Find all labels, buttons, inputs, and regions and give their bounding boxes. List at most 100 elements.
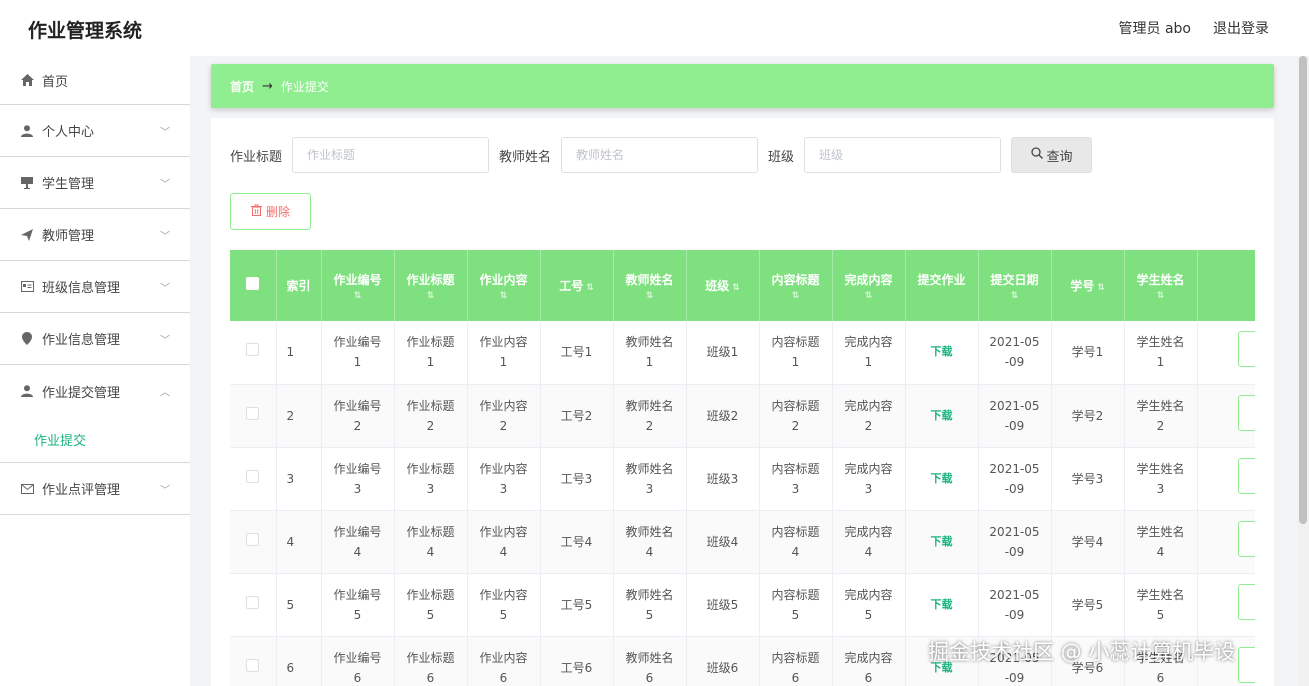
table-cell: 学生姓名 4 (1124, 510, 1198, 574)
user-area: 管理员 abo 退出登录 (1119, 18, 1269, 38)
row-action-button[interactable] (1237, 646, 1255, 683)
sidebar-item-label: 作业信息管理 (42, 333, 121, 348)
sidebar-item-home[interactable]: 首页 (0, 56, 190, 105)
class-label: 班级 (768, 149, 795, 165)
row-action-button[interactable] (1237, 520, 1255, 557)
sidebar-item-student-management[interactable]: 学生管理 ﹀ (0, 157, 190, 209)
user-icon (20, 384, 34, 398)
table-cell: 完成内容 6 (832, 636, 906, 686)
row-action-button[interactable] (1237, 457, 1255, 494)
select-all-checkbox[interactable] (246, 276, 260, 290)
table-cell: 作业标题 2 (394, 384, 468, 448)
column-header[interactable]: 完成内容 ⇅ (832, 250, 906, 321)
row-action-button[interactable] (1237, 394, 1255, 431)
column-header[interactable]: 内容标题 ⇅ (759, 250, 833, 321)
row-select-cell (230, 510, 277, 574)
query-button[interactable]: 查询 (1011, 137, 1093, 173)
row-index: 2 (276, 384, 322, 448)
scrollbar-thumb[interactable] (1299, 56, 1307, 524)
download-link[interactable]: 下载 (905, 510, 979, 574)
table-cell: 工号5 (540, 573, 614, 637)
arrow-right-icon: → (262, 78, 273, 94)
table-cell: 2021-05 -09 (978, 447, 1052, 511)
row-checkbox[interactable] (246, 532, 260, 546)
row-action-button[interactable] (1237, 331, 1255, 368)
class-input[interactable] (804, 137, 1002, 173)
download-link[interactable]: 下载 (905, 321, 979, 385)
column-header[interactable]: 学生姓名 ⇅ (1124, 250, 1198, 321)
row-actions-cell (1197, 447, 1255, 511)
home-icon (20, 73, 34, 87)
row-select-cell (230, 384, 277, 448)
table-cell: 作业标题 6 (394, 636, 468, 686)
column-header: 提交作业 (905, 250, 979, 321)
column-header[interactable]: 班级 ⇅ (686, 250, 760, 321)
column-header[interactable]: 作业编号 ⇅ (321, 250, 395, 321)
column-header[interactable]: 教师姓名 ⇅ (613, 250, 687, 321)
column-header[interactable]: 作业标题 ⇅ (394, 250, 468, 321)
table-cell: 学生姓名 5 (1124, 573, 1198, 637)
teacher-name-input[interactable] (561, 137, 759, 173)
download-link[interactable]: 下载 (905, 573, 979, 637)
table-cell: 学号1 (1051, 321, 1125, 385)
column-header[interactable]: 工号 ⇅ (540, 250, 614, 321)
row-select-cell (230, 321, 277, 385)
row-select-cell (230, 573, 277, 637)
column-header: 索引 (276, 250, 322, 321)
table-cell: 教师姓名 4 (613, 510, 687, 574)
sort-icon: ⇅ (353, 290, 362, 301)
row-select-cell (230, 636, 277, 686)
table-cell: 内容标题 5 (759, 573, 833, 637)
table-cell: 学生姓名 1 (1124, 321, 1198, 385)
table-cell: 作业内容 1 (467, 321, 541, 385)
table-cell: 作业编号 3 (321, 447, 395, 511)
column-header[interactable]: 作业内容 ⇅ (467, 250, 541, 321)
row-checkbox[interactable] (246, 343, 260, 357)
table-cell: 作业内容 5 (467, 573, 541, 637)
sidebar-item-homework-review-management[interactable]: 作业点评管理 ﹀ (0, 463, 190, 515)
table-cell: 班级1 (686, 321, 760, 385)
main-panel: 作业标题 教师姓名 班级 查询 删除 索引 作业编号⇅ (211, 118, 1274, 686)
table-cell: 班级2 (686, 384, 760, 448)
table-cell: 作业内容 2 (467, 384, 541, 448)
table-cell: 学生姓名 2 (1124, 384, 1198, 448)
sort-icon: ⇅ (1156, 290, 1165, 301)
row-checkbox[interactable] (246, 658, 260, 672)
table-cell: 完成内容 3 (832, 447, 906, 511)
download-link[interactable]: 下载 (905, 447, 979, 511)
row-action-button[interactable] (1237, 583, 1255, 620)
sidebar-subitem-homework-submission[interactable]: 作业提交 (0, 417, 190, 463)
row-checkbox[interactable] (246, 469, 260, 483)
sidebar-item-teacher-management[interactable]: 教师管理 ﹀ (0, 209, 190, 261)
row-checkbox[interactable] (246, 406, 260, 420)
sidebar-item-label: 教师管理 (42, 229, 95, 244)
table-cell: 教师姓名 3 (613, 447, 687, 511)
send-icon (20, 228, 34, 242)
delete-button[interactable]: 删除 (230, 193, 311, 230)
column-header[interactable]: 学号 ⇅ (1051, 250, 1125, 321)
sidebar-item-class-info-management[interactable]: 班级信息管理 ﹀ (0, 261, 190, 313)
homework-title-label: 作业标题 (230, 149, 283, 165)
column-header[interactable]: 提交日期 ⇅ (978, 250, 1052, 321)
sort-icon: ⇅ (586, 282, 594, 293)
homework-title-input[interactable] (292, 137, 490, 173)
breadcrumb-home[interactable]: 首页 (230, 78, 254, 95)
table-cell: 完成内容 1 (832, 321, 906, 385)
page-scrollbar[interactable] (1297, 56, 1309, 686)
sidebar-item-homework-info-management[interactable]: 作业信息管理 ﹀ (0, 313, 190, 365)
sidebar-item-label: 作业点评管理 (42, 483, 121, 498)
row-actions-cell (1197, 384, 1255, 448)
sidebar-item-personal-center[interactable]: 个人中心 ﹀ (0, 105, 190, 157)
table-cell: 完成内容 5 (832, 573, 906, 637)
logout-link[interactable]: 退出登录 (1213, 18, 1269, 38)
download-link[interactable]: 下载 (905, 384, 979, 448)
table-cell: 作业标题 3 (394, 447, 468, 511)
sort-icon: ⇅ (732, 282, 740, 293)
select-all-cell (230, 250, 277, 321)
row-checkbox[interactable] (246, 595, 260, 609)
table-cell: 内容标题 4 (759, 510, 833, 574)
id-card-icon (20, 280, 34, 294)
operations-header (1197, 250, 1255, 321)
sidebar-item-homework-submission-management[interactable]: 作业提交管理 ︿ (0, 365, 190, 417)
sort-icon: ⇅ (791, 290, 800, 301)
